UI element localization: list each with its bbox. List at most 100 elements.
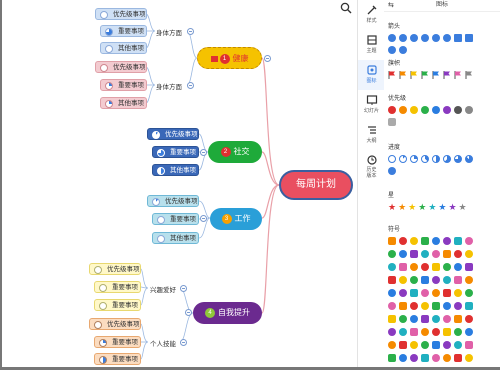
progress-37-icon[interactable] [421,155,429,163]
symbol-icon[interactable] [432,237,440,245]
flag-blue-icon[interactable] [432,71,440,79]
symbol-icon[interactable] [454,328,462,336]
collapse-toggle[interactable] [180,285,187,292]
leaf-e1[interactable]: 优先级事项 [89,263,141,275]
symbol-icon[interactable] [410,328,418,336]
star-purple-icon[interactable]: ★ [448,203,456,212]
symbol-icon[interactable] [465,315,473,323]
collapse-toggle[interactable] [180,339,187,346]
tool-slides[interactable]: 幻灯片 [358,90,385,120]
leaf-d1[interactable]: 优先级事项 [147,195,199,207]
symbol-icon[interactable] [454,263,462,271]
symbol-icon[interactable] [421,263,429,271]
symbol-icon[interactable] [410,315,418,323]
topic-work[interactable]: 3 工作 [210,208,262,230]
group-label-b[interactable]: 身体方面 [156,81,182,91]
symbol-icon[interactable] [410,250,418,258]
arrow-down-icon[interactable] [399,34,407,42]
leaf-e2[interactable]: 重要事项 [94,281,141,293]
collapse-toggle[interactable] [264,55,271,62]
symbol-icon[interactable] [399,354,407,362]
symbol-icon[interactable] [388,341,396,349]
symbol-icon[interactable] [421,354,429,362]
symbol-icon[interactable] [443,250,451,258]
symbol-icon[interactable] [443,315,451,323]
symbol-icon[interactable] [410,289,418,297]
symbol-icon[interactable] [421,289,429,297]
tool-theme[interactable]: 主题 [358,30,385,60]
arrow-right-icon[interactable] [421,34,429,42]
flag-purple-icon[interactable] [443,71,451,79]
symbol-icon[interactable] [399,302,407,310]
symbol-icon[interactable] [465,276,473,284]
progress-62-icon[interactable] [443,155,451,163]
symbol-icon[interactable] [399,237,407,245]
symbol-icon[interactable] [465,250,473,258]
priority-9-icon[interactable] [388,118,396,126]
symbol-icon[interactable] [410,302,418,310]
flag-orange-icon[interactable] [399,71,407,79]
symbol-icon[interactable] [388,315,396,323]
symbol-icon[interactable] [432,276,440,284]
symbol-icon[interactable] [432,354,440,362]
group-label-e[interactable]: 兴趣爱好 [150,284,176,294]
shrink-arrows-icon[interactable] [465,34,473,42]
symbol-icon[interactable] [388,250,396,258]
symbol-icon[interactable] [410,354,418,362]
star-gray-icon[interactable]: ★ [459,203,467,212]
symbol-icon[interactable] [443,276,451,284]
arrow-up-left-icon[interactable] [432,34,440,42]
symbol-icon[interactable] [443,354,451,362]
topic-social[interactable]: 2 社交 [208,141,262,163]
symbol-icon[interactable] [432,250,440,258]
arrow-rotate-icon[interactable] [399,46,407,54]
leaf-d3[interactable]: 其他事项 [152,232,199,244]
symbol-icon[interactable] [399,263,407,271]
symbol-icon[interactable] [432,289,440,297]
leaf-a3[interactable]: 其他事项 [100,42,147,54]
tool-history[interactable]: 历史 版本 [358,150,385,186]
symbol-icon[interactable] [432,315,440,323]
flag-red-icon[interactable] [388,71,396,79]
collapse-toggle[interactable] [187,82,194,89]
priority-2-icon[interactable] [399,106,407,114]
symbol-icon[interactable] [454,302,462,310]
symbol-icon[interactable] [410,341,418,349]
priority-4-icon[interactable] [421,106,429,114]
collapse-toggle[interactable] [200,149,207,156]
star-red-icon[interactable]: ★ [388,203,396,212]
priority-6-icon[interactable] [443,106,451,114]
symbol-icon[interactable] [454,289,462,297]
symbol-icon[interactable] [388,263,396,271]
symbol-icon[interactable] [421,315,429,323]
symbol-icon[interactable] [432,328,440,336]
progress-87-icon[interactable] [465,155,473,163]
star-green-icon[interactable]: ★ [418,203,426,212]
symbol-icon[interactable] [465,289,473,297]
symbol-icon[interactable] [432,263,440,271]
flag-gray-icon[interactable] [465,71,473,79]
symbol-icon[interactable] [465,302,473,310]
symbol-icon[interactable] [443,302,451,310]
tool-icons[interactable]: 图标 [358,60,385,90]
progress-done-icon[interactable] [388,167,396,175]
leaf-b3[interactable]: 其他事项 [100,97,147,109]
mindmap-canvas[interactable]: 优先级事项 重要事项 其他事项 身体方面 优先级事项 重要事项 其他事项 身体方… [0,0,360,370]
symbol-icon[interactable] [443,263,451,271]
progress-75-icon[interactable] [454,155,462,163]
symbol-icon[interactable] [454,237,462,245]
symbol-icon[interactable] [454,354,462,362]
symbol-icon[interactable] [443,289,451,297]
star-yellow-icon[interactable]: ★ [408,203,416,212]
symbol-icon[interactable] [465,354,473,362]
star-blue-icon[interactable]: ★ [438,203,446,212]
arrow-up-icon[interactable] [388,34,396,42]
priority-3-icon[interactable] [410,106,418,114]
symbol-icon[interactable] [421,302,429,310]
progress-50-icon[interactable] [432,155,440,163]
tool-outline[interactable]: 大纲 [358,120,385,150]
leaf-a2[interactable]: 重要事项 [100,25,147,37]
topic-health[interactable]: 1 健康 [197,47,262,69]
leaf-d2[interactable]: 重要事项 [152,213,199,225]
symbol-icon[interactable] [388,276,396,284]
